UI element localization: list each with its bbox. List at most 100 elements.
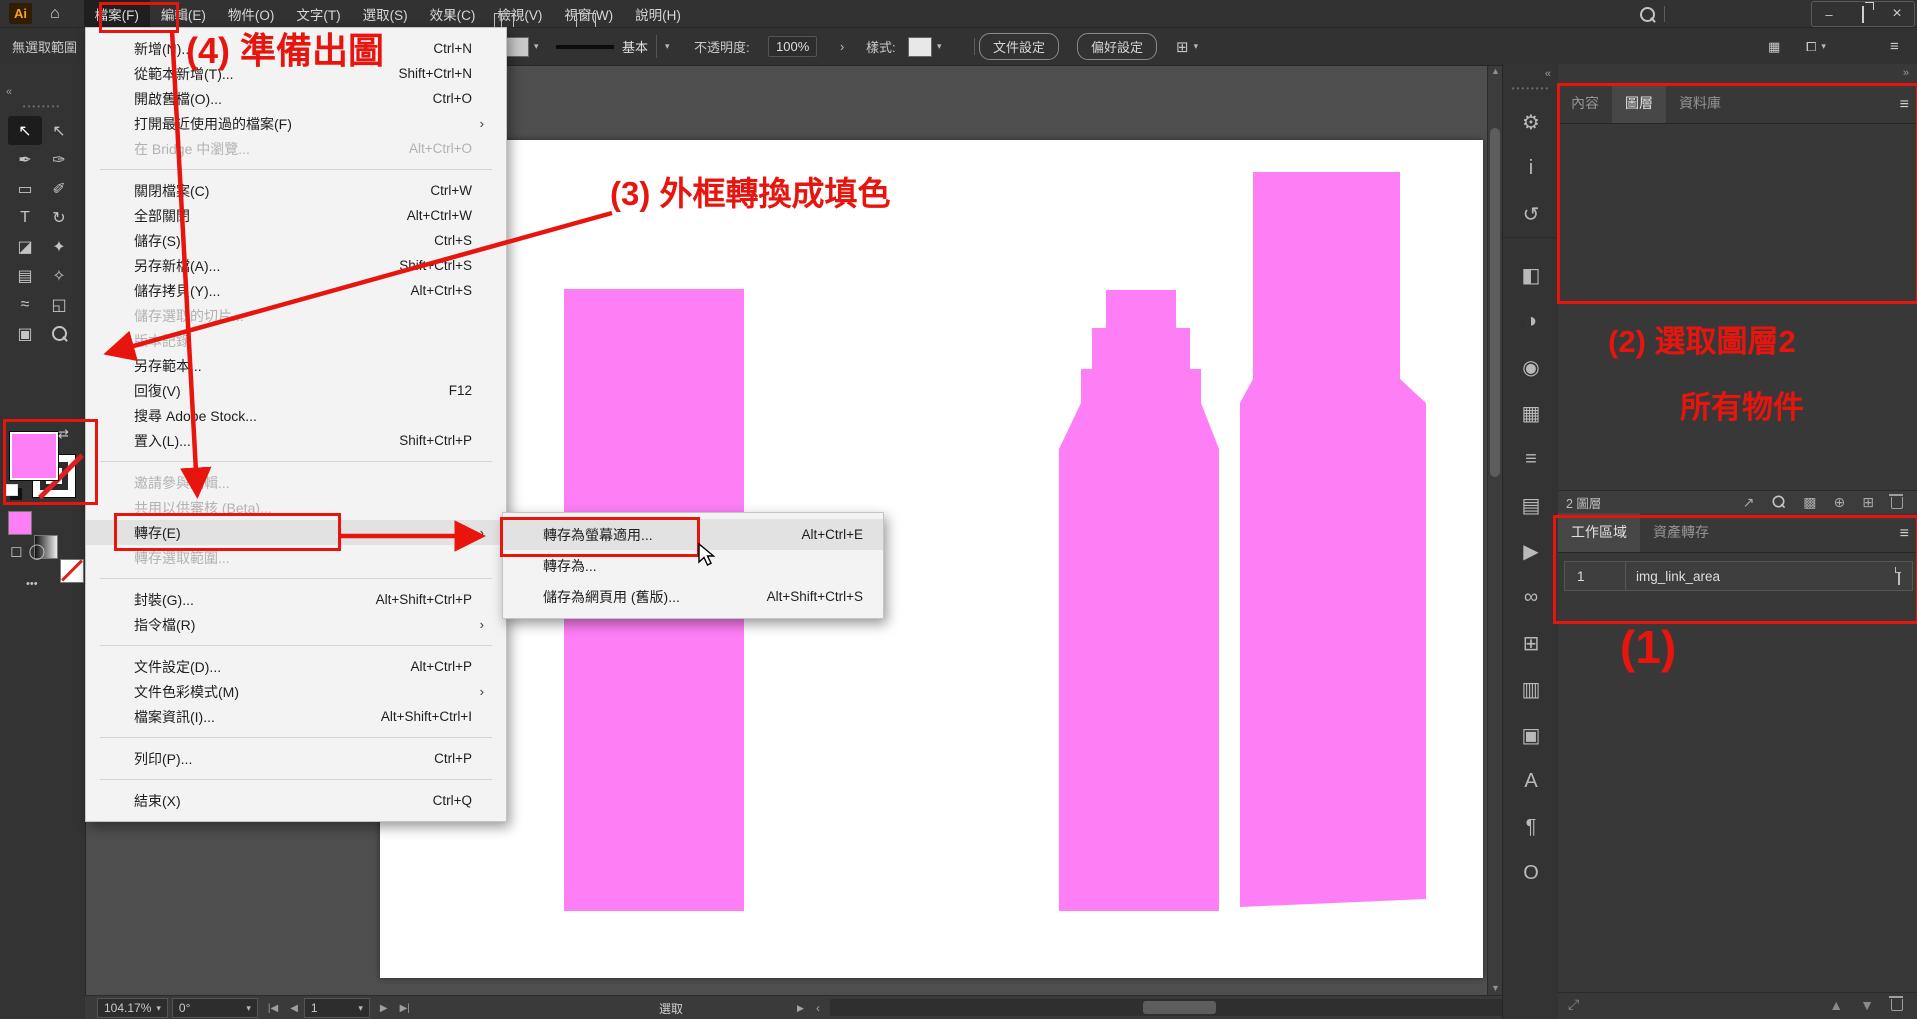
menu-item[interactable]: 版本記錄 [86,328,506,353]
locate-object-icon[interactable] [1771,494,1786,512]
panel-icon[interactable]: ¶ [1503,804,1559,850]
horizontal-scrollbar[interactable] [830,999,1570,1016]
opacity-more-icon[interactable]: › [840,28,844,65]
stroke-color-swatch[interactable] [505,37,529,57]
menu-item[interactable] [86,729,506,746]
panel-icon[interactable]: O [1503,850,1559,896]
selection-tool[interactable]: ↖ [8,116,42,145]
menu-item[interactable]: 搜尋 Adobe Stock... [86,403,506,428]
menu-item[interactable]: 儲存拷貝(Y)... Alt+Ctrl+S [86,278,506,303]
menu-item[interactable]: 置入(L)... Shift+Ctrl+P [86,428,506,453]
rectangle-tool[interactable]: ▭ [8,174,42,203]
submenu-item[interactable]: 儲存為網頁用 (舊版)... Alt+Shift+Ctrl+S [503,581,883,612]
burger-icon[interactable]: ≡ [1890,28,1899,65]
panel-icon[interactable]: ↺ [1503,191,1559,237]
menu-item[interactable]: 列印(P)... Ctrl+P [86,746,506,771]
collapse-icon[interactable]: » [1558,64,1917,79]
panel-tab[interactable]: 資產轉存 [1640,513,1722,552]
panel-icon[interactable]: ◧ [1503,252,1559,298]
panel-icon[interactable]: i [1503,145,1559,191]
status-play-icon[interactable]: ▶ [797,1003,804,1014]
style-dropdown[interactable]: ▾ [908,28,942,65]
artboard-icon[interactable] [1898,569,1900,584]
close-button[interactable]: × [1880,5,1914,23]
default-swatches-icon[interactable] [6,484,18,496]
artboard-nav-dropdown[interactable]: 1▾ [304,998,370,1018]
gradient-tool[interactable]: ▤ [8,261,42,290]
panel-icon[interactable]: ▥ [1503,666,1559,712]
workspace-switcher-icon[interactable] [494,13,514,28]
edit-toolbar-icon[interactable]: ••• [26,578,38,590]
panel-icon[interactable]: ▣ [1503,712,1559,758]
scroll-up-icon[interactable]: ▲ [1488,66,1503,76]
eraser-tool[interactable]: ◪ [8,232,42,261]
rotation-dropdown[interactable]: 0°▾ [172,998,258,1018]
artboard-name[interactable]: img_link_area [1626,569,1898,584]
panel-tab[interactable]: 資料庫 [1666,84,1734,123]
artboards-panel-menu-icon[interactable]: ≡ [1900,525,1909,543]
document-setup-button[interactable]: 文件設定 [979,28,1059,65]
opacity-field[interactable]: 100% [768,28,817,65]
panel-icon[interactable] [1503,237,1559,252]
style-swatch[interactable] [908,37,932,57]
artboard-row[interactable]: 1 img_link_area [1564,561,1913,591]
last-artboard-icon[interactable]: ▶| [400,1003,410,1014]
panel-icon[interactable]: ◑ [1503,298,1559,344]
menu-item[interactable]: 開啟舊檔(O)... Ctrl+O [86,86,506,111]
horizontal-scroll-thumb[interactable] [1143,1001,1216,1014]
arrange-icon[interactable]: ⧠▾ [1806,28,1826,65]
width-tool[interactable]: ≈ [8,290,42,319]
panel-grip[interactable]: •••••••• [1503,80,1559,99]
align-glyphs-icon[interactable]: ⊞▾ [1176,28,1198,65]
layers-panel-menu-icon[interactable]: ≡ [1900,96,1909,114]
menu-item[interactable]: 文件色彩模式(M) › [86,679,506,704]
panel-icon[interactable]: ⚙ [1503,99,1559,145]
menu-item[interactable]: 指令檔(R) › [86,612,506,637]
menu-item[interactable]: 另存新檔(A)... Shift+Ctrl+S [86,253,506,278]
stroke-style-dropdown[interactable]: 基本 ▾ [556,28,674,65]
none-button[interactable] [60,559,84,583]
search-icon[interactable] [1640,7,1655,25]
panel-tab[interactable]: 工作區域 [1558,513,1640,552]
menu-item[interactable]: 另存範本... [86,353,506,378]
type-tool[interactable]: T [8,203,42,232]
menubar-item[interactable]: 說明(H) [624,0,692,27]
panel-icon[interactable]: A [1503,758,1559,804]
vertical-scroll-thumb[interactable] [1490,128,1500,477]
stroke-color-dropdown[interactable]: ▾ [505,28,539,65]
down-icon[interactable]: ▼ [1860,997,1874,1013]
menu-item[interactable] [86,771,506,788]
arrange-documents-icon[interactable] [576,13,596,28]
minimize-button[interactable]: – [1812,7,1846,22]
make-mask-icon[interactable]: ▩ [1803,494,1816,511]
panel-icon[interactable]: ⊞ [1503,620,1559,666]
new-sublayer-icon[interactable]: ⊕ [1834,494,1846,511]
collapse-icon[interactable]: « [6,86,12,98]
home-icon[interactable]: ⌂ [50,5,60,23]
menu-item[interactable]: 邀請參與編輯... [86,470,506,495]
curvature-tool[interactable]: ✑ [42,145,76,174]
menu-item[interactable] [86,637,506,654]
angle-left-icon[interactable]: ‹ [816,1001,820,1015]
menu-item[interactable]: 打開最近使用過的檔案(F) › [86,111,506,136]
collapse-icon[interactable]: « [1503,64,1559,80]
menu-item[interactable]: 檔案資訊(I)... Alt+Shift+Ctrl+I [86,704,506,729]
artboard-tool[interactable]: ▣ [8,319,42,348]
panel-icon[interactable]: ▦ [1503,390,1559,436]
eyedropper-tool[interactable]: ✧ [42,261,76,290]
menubar-item[interactable]: 效果(C) [419,0,487,27]
delete-layer-icon[interactable] [1891,497,1903,509]
drawing-modes[interactable]: ◻◯ [10,542,51,560]
panel-icon[interactable]: ≡ [1503,436,1559,482]
move-icon[interactable]: ⤢ [1568,996,1579,1013]
restore-button[interactable] [1846,7,1880,22]
direct-selection-tool[interactable]: ↖ [42,116,76,145]
menu-item[interactable] [86,570,506,587]
chevron-down-icon[interactable]: ▾ [656,35,674,58]
submenu-item[interactable]: 轉存為螢幕適用... Alt+Ctrl+E [503,519,883,550]
panel-grip[interactable]: •••••••• [14,102,70,111]
prev-artboard-icon[interactable]: ◀ [290,1003,298,1014]
collect-for-export-icon[interactable]: ↗ [1743,494,1755,511]
scroll-down-icon[interactable]: ▼ [1488,983,1503,993]
grid-icon[interactable]: ▦ [1768,28,1780,65]
